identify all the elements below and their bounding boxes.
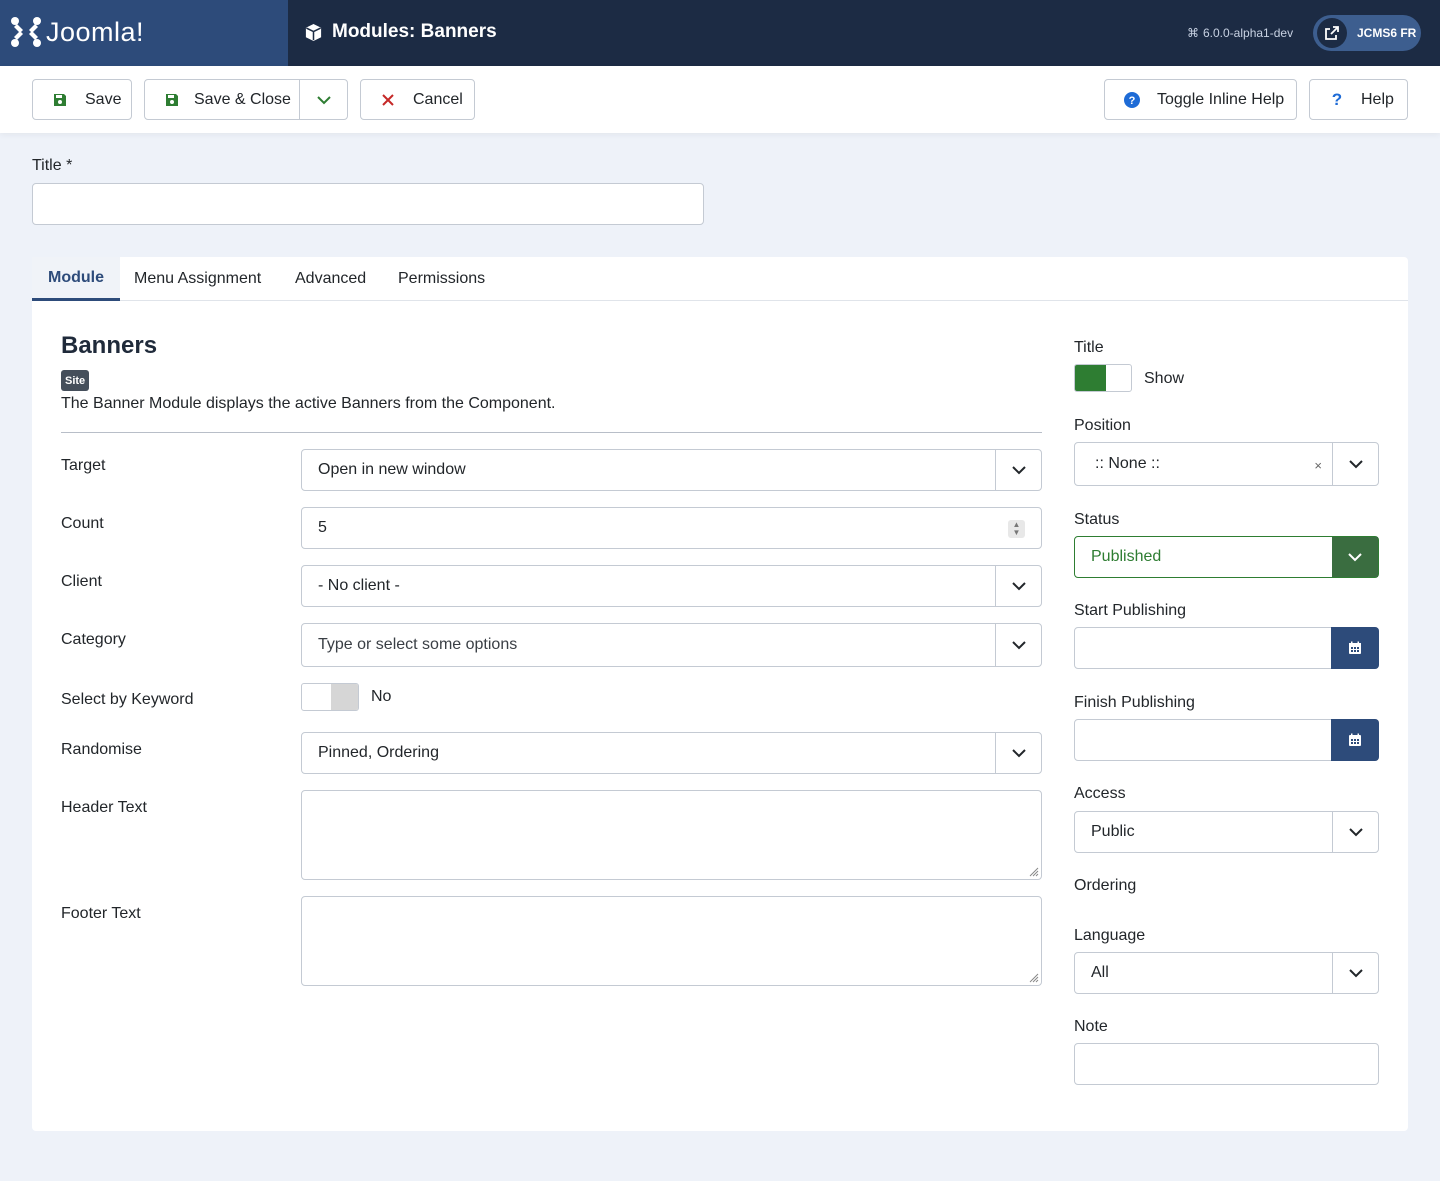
show-title-label: Title — [1074, 339, 1104, 356]
chevron-down-icon — [995, 450, 1041, 490]
language-select[interactable]: All — [1074, 952, 1379, 994]
question-icon: ? — [1331, 89, 1343, 109]
target-select[interactable]: Open in new window — [301, 449, 1042, 491]
chevron-down-icon — [1332, 812, 1378, 852]
close-icon — [380, 92, 396, 108]
client-select[interactable]: - No client - — [301, 565, 1042, 607]
finish-publishing-input[interactable] — [1074, 719, 1379, 761]
chevron-down-icon — [995, 566, 1041, 606]
target-label: Target — [61, 457, 106, 474]
view-site-button[interactable]: JCMS6 FR — [1313, 15, 1421, 51]
joomla-wordmark: Joomla! — [46, 17, 145, 47]
ordering-label: Ordering — [1074, 877, 1137, 894]
tab-bar: Module Menu Assignment Advanced Permissi… — [32, 257, 1408, 301]
category-label: Category — [61, 631, 126, 648]
title-input[interactable] — [32, 183, 704, 225]
chevron-down-icon — [317, 95, 331, 104]
resize-handle-icon[interactable] — [1029, 973, 1039, 983]
external-link-icon — [1317, 18, 1347, 48]
footer-text-label: Footer Text — [61, 905, 141, 922]
chevron-down-icon — [995, 733, 1041, 773]
show-title-value: Show — [1144, 370, 1185, 387]
position-select[interactable]: :: None :: × — [1074, 442, 1379, 486]
tab-menu-assignment[interactable]: Menu Assignment — [134, 257, 261, 301]
module-description: The Banner Module displays the active Ba… — [61, 395, 556, 412]
start-publishing-label: Start Publishing — [1074, 602, 1187, 619]
keyword-switch[interactable] — [301, 683, 359, 711]
keyword-switch-label: No — [371, 688, 392, 705]
site-badge: Site — [61, 370, 90, 391]
header-text-textarea[interactable] — [301, 790, 1042, 880]
joomla-logo[interactable]: Joomla! — [0, 0, 288, 66]
title-label: Title * — [32, 157, 73, 174]
joomla-logo-icon — [11, 17, 41, 47]
save-dropdown-toggle[interactable] — [299, 80, 348, 119]
switch-knob — [331, 684, 358, 710]
toggle-inline-help-button[interactable]: ? Toggle Inline Help — [1104, 79, 1297, 120]
access-label: Access — [1074, 785, 1126, 802]
status-label: Status — [1074, 511, 1120, 528]
language-label: Language — [1074, 927, 1146, 944]
start-publishing-input[interactable] — [1074, 627, 1379, 669]
save-close-button[interactable]: Save & Close — [144, 79, 348, 120]
randomise-select[interactable]: Pinned, Ordering — [301, 732, 1042, 774]
page-title: Modules: Banners — [304, 21, 497, 43]
tab-permissions[interactable]: Permissions — [398, 257, 485, 301]
question-circle-icon: ? — [1124, 91, 1140, 108]
tab-advanced[interactable]: Advanced — [295, 257, 366, 301]
chevron-down-icon — [1332, 443, 1378, 485]
keyword-label: Select by Keyword — [61, 691, 194, 708]
client-label: Client — [61, 573, 102, 590]
app-header: Joomla! Modules: Banners ⌘ 6.0.0-alpha1-… — [0, 0, 1440, 66]
count-input[interactable]: 5 ▲ ▼ — [301, 507, 1042, 549]
randomise-label: Randomise — [61, 741, 142, 758]
save-button[interactable]: Save — [32, 79, 132, 120]
svg-text:?: ? — [1129, 95, 1136, 107]
access-select[interactable]: Public — [1074, 811, 1379, 853]
floppy-icon — [164, 92, 180, 108]
header-text-label: Header Text — [61, 799, 147, 816]
resize-handle-icon[interactable] — [1029, 867, 1039, 877]
version-label: ⌘ 6.0.0-alpha1-dev — [1187, 26, 1294, 40]
show-title-switch[interactable] — [1074, 364, 1132, 392]
module-card: Module Menu Assignment Advanced Permissi… — [32, 257, 1408, 1131]
floppy-icon — [52, 92, 68, 108]
count-label: Count — [61, 515, 104, 532]
divider — [61, 432, 1042, 433]
chevron-down-icon — [995, 624, 1041, 666]
chevron-down-icon — [1332, 537, 1378, 577]
category-select[interactable]: Type or select some options — [301, 623, 1042, 667]
footer-text-textarea[interactable] — [301, 896, 1042, 986]
note-label: Note — [1074, 1018, 1108, 1035]
calendar-icon[interactable] — [1331, 627, 1379, 669]
position-label: Position — [1074, 417, 1131, 434]
stepper-icon[interactable]: ▲ ▼ — [1008, 520, 1025, 538]
finish-publishing-label: Finish Publishing — [1074, 694, 1195, 711]
cube-icon — [305, 23, 322, 41]
calendar-icon[interactable] — [1331, 719, 1379, 761]
toolbar: Save Save & Close Cancel ? Toggle Inline… — [0, 66, 1440, 133]
chevron-down-icon — [1332, 953, 1378, 993]
switch-on-indicator — [1075, 365, 1106, 391]
note-input[interactable] — [1074, 1043, 1379, 1085]
help-button[interactable]: ? Help — [1309, 79, 1408, 120]
cancel-button[interactable]: Cancel — [360, 79, 475, 120]
joomla-small-icon: ⌘ — [1187, 26, 1199, 40]
clear-icon[interactable]: × — [1314, 458, 1322, 473]
module-name: Banners — [61, 332, 158, 359]
status-select[interactable]: Published — [1074, 536, 1379, 578]
tab-module[interactable]: Module — [32, 257, 120, 301]
